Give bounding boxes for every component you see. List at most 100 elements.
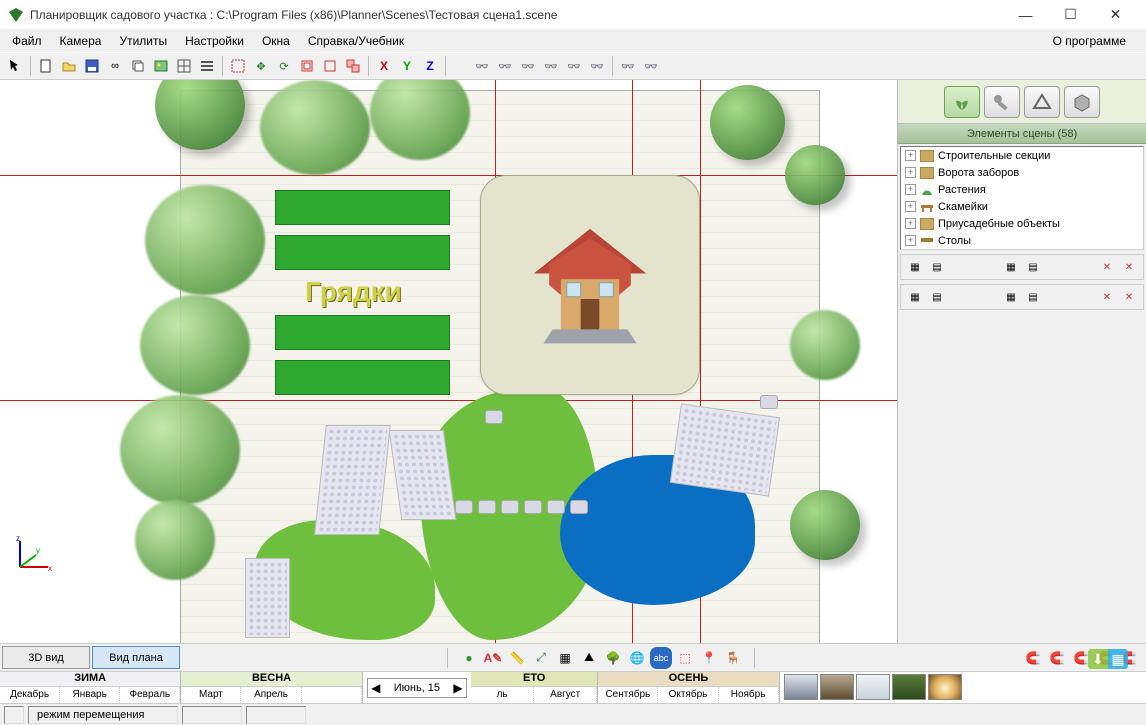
- tree-node-label[interactable]: Строительные секции: [938, 150, 1050, 162]
- terrain-icon[interactable]: ⛰: [578, 647, 600, 669]
- delete-icon[interactable]: ✕: [1097, 287, 1117, 307]
- tree-object[interactable]: [145, 185, 265, 295]
- tree-layer-icon[interactable]: 🌳: [602, 647, 624, 669]
- expand-icon[interactable]: +: [905, 201, 916, 212]
- camera-4-icon[interactable]: 👓: [540, 55, 562, 77]
- garden-bed[interactable]: [275, 235, 450, 270]
- palette-box-icon[interactable]: [1064, 86, 1100, 118]
- pointer-tool-icon[interactable]: [4, 55, 26, 77]
- house-preview-popup[interactable]: [480, 175, 700, 395]
- visibility-icon[interactable]: ●: [458, 647, 480, 669]
- tree-object[interactable]: [140, 295, 250, 395]
- date-prev-icon[interactable]: ◀: [368, 681, 384, 695]
- link-icon[interactable]: ∞: [104, 55, 126, 77]
- open-file-icon[interactable]: [58, 55, 80, 77]
- expand-icon[interactable]: +: [905, 167, 916, 178]
- tab-plan-view[interactable]: Вид плана: [92, 646, 180, 669]
- menu-settings[interactable]: Настройки: [177, 32, 252, 50]
- globe-icon[interactable]: 🌐: [626, 647, 648, 669]
- month[interactable]: Февраль: [120, 687, 180, 703]
- tab-3d-view[interactable]: 3D вид: [2, 646, 90, 669]
- tree-object[interactable]: [790, 310, 860, 380]
- camera-6-icon[interactable]: 👓: [586, 55, 608, 77]
- mini-btn-icon[interactable]: ▤: [1023, 287, 1043, 307]
- camera-2-icon[interactable]: 👓: [494, 55, 516, 77]
- stone[interactable]: [455, 500, 473, 514]
- minimize-button[interactable]: —: [1003, 0, 1048, 30]
- scale-icon[interactable]: [296, 55, 318, 77]
- mini-btn-icon[interactable]: ▤: [1023, 257, 1043, 277]
- month[interactable]: Январь: [60, 687, 120, 703]
- tree-object[interactable]: [790, 490, 860, 560]
- stone[interactable]: [547, 500, 565, 514]
- date-next-icon[interactable]: ▶: [450, 681, 466, 695]
- month[interactable]: Март: [181, 687, 241, 703]
- mini-btn-icon[interactable]: ▦: [1001, 287, 1021, 307]
- palette-shape-icon[interactable]: [1024, 86, 1060, 118]
- sky-thumb[interactable]: [856, 674, 890, 700]
- garden-bed[interactable]: [275, 190, 450, 225]
- camera-8-icon[interactable]: 👓: [640, 55, 662, 77]
- move-icon[interactable]: ✥: [250, 55, 272, 77]
- tree-node-label[interactable]: Скамейки: [938, 201, 988, 213]
- canvas-viewport[interactable]: Грядки: [0, 80, 897, 643]
- rock-path[interactable]: [314, 425, 391, 535]
- month[interactable]: ль: [471, 687, 534, 703]
- mini-btn-icon[interactable]: ▦: [905, 287, 925, 307]
- snap-magnet-icon[interactable]: 🧲: [1022, 647, 1044, 669]
- save-file-icon[interactable]: [81, 55, 103, 77]
- mini-btn-icon[interactable]: ▤: [927, 287, 947, 307]
- sky-thumb[interactable]: [928, 674, 962, 700]
- camera-1-icon[interactable]: 👓: [471, 55, 493, 77]
- camera-5-icon[interactable]: 👓: [563, 55, 585, 77]
- menu-about[interactable]: О программе: [1045, 32, 1134, 50]
- rock-path[interactable]: [670, 403, 780, 496]
- chart-icon[interactable]: ⤢: [530, 647, 552, 669]
- month[interactable]: Октябрь: [658, 687, 718, 703]
- tree-node-label[interactable]: Приусадебные объекты: [938, 218, 1060, 230]
- abc-icon[interactable]: abc: [650, 647, 672, 669]
- stone[interactable]: [524, 500, 542, 514]
- rotate-icon[interactable]: ⟳: [273, 55, 295, 77]
- axis-z-button[interactable]: Z: [419, 55, 441, 77]
- copy-icon[interactable]: [127, 55, 149, 77]
- close-button[interactable]: ✕: [1093, 0, 1138, 30]
- delete-icon[interactable]: ✕: [1119, 287, 1139, 307]
- mini-btn-icon[interactable]: ▤: [927, 257, 947, 277]
- stone[interactable]: [570, 500, 588, 514]
- sky-thumb[interactable]: [820, 674, 854, 700]
- sky-thumb[interactable]: [892, 674, 926, 700]
- palette-tools-icon[interactable]: [984, 86, 1020, 118]
- stone[interactable]: [478, 500, 496, 514]
- delete-icon[interactable]: ✕: [1119, 257, 1139, 277]
- menu-file[interactable]: Файл: [4, 32, 50, 50]
- menu-windows[interactable]: Окна: [254, 32, 298, 50]
- season-autumn[interactable]: ОСЕНЬ Сентябрь Октябрь Ноябрь: [598, 672, 779, 703]
- season-winter[interactable]: ЗИМА Декабрь Январь Февраль: [0, 672, 181, 703]
- axis-y-button[interactable]: Y: [396, 55, 418, 77]
- palette-plants-icon[interactable]: [944, 86, 980, 118]
- object-marker[interactable]: [485, 410, 503, 424]
- clone-icon[interactable]: [342, 55, 364, 77]
- object-marker[interactable]: [760, 395, 778, 409]
- ruler-icon[interactable]: 📏: [506, 647, 528, 669]
- month[interactable]: Апрель: [241, 687, 301, 703]
- menu-help[interactable]: Справка/Учебник: [300, 32, 412, 50]
- text-a-icon[interactable]: A✎: [482, 647, 504, 669]
- camera-7-icon[interactable]: 👓: [617, 55, 639, 77]
- stone[interactable]: [501, 500, 519, 514]
- menu-utilities[interactable]: Утилиты: [111, 32, 175, 50]
- garden-bed[interactable]: [275, 360, 450, 395]
- expand-icon[interactable]: +: [905, 150, 916, 161]
- tree-node-label[interactable]: Растения: [938, 184, 986, 196]
- tree-object[interactable]: [710, 85, 785, 160]
- rock-path[interactable]: [245, 558, 290, 638]
- list-icon[interactable]: [196, 55, 218, 77]
- maximize-button[interactable]: ☐: [1048, 0, 1093, 30]
- date-picker[interactable]: ◀ Июнь, 15 ▶: [367, 678, 467, 698]
- month[interactable]: Сентябрь: [598, 687, 658, 703]
- delete-icon[interactable]: ✕: [1097, 257, 1117, 277]
- menu-camera[interactable]: Камера: [52, 32, 110, 50]
- tree-object[interactable]: [135, 500, 215, 580]
- month[interactable]: Декабрь: [0, 687, 60, 703]
